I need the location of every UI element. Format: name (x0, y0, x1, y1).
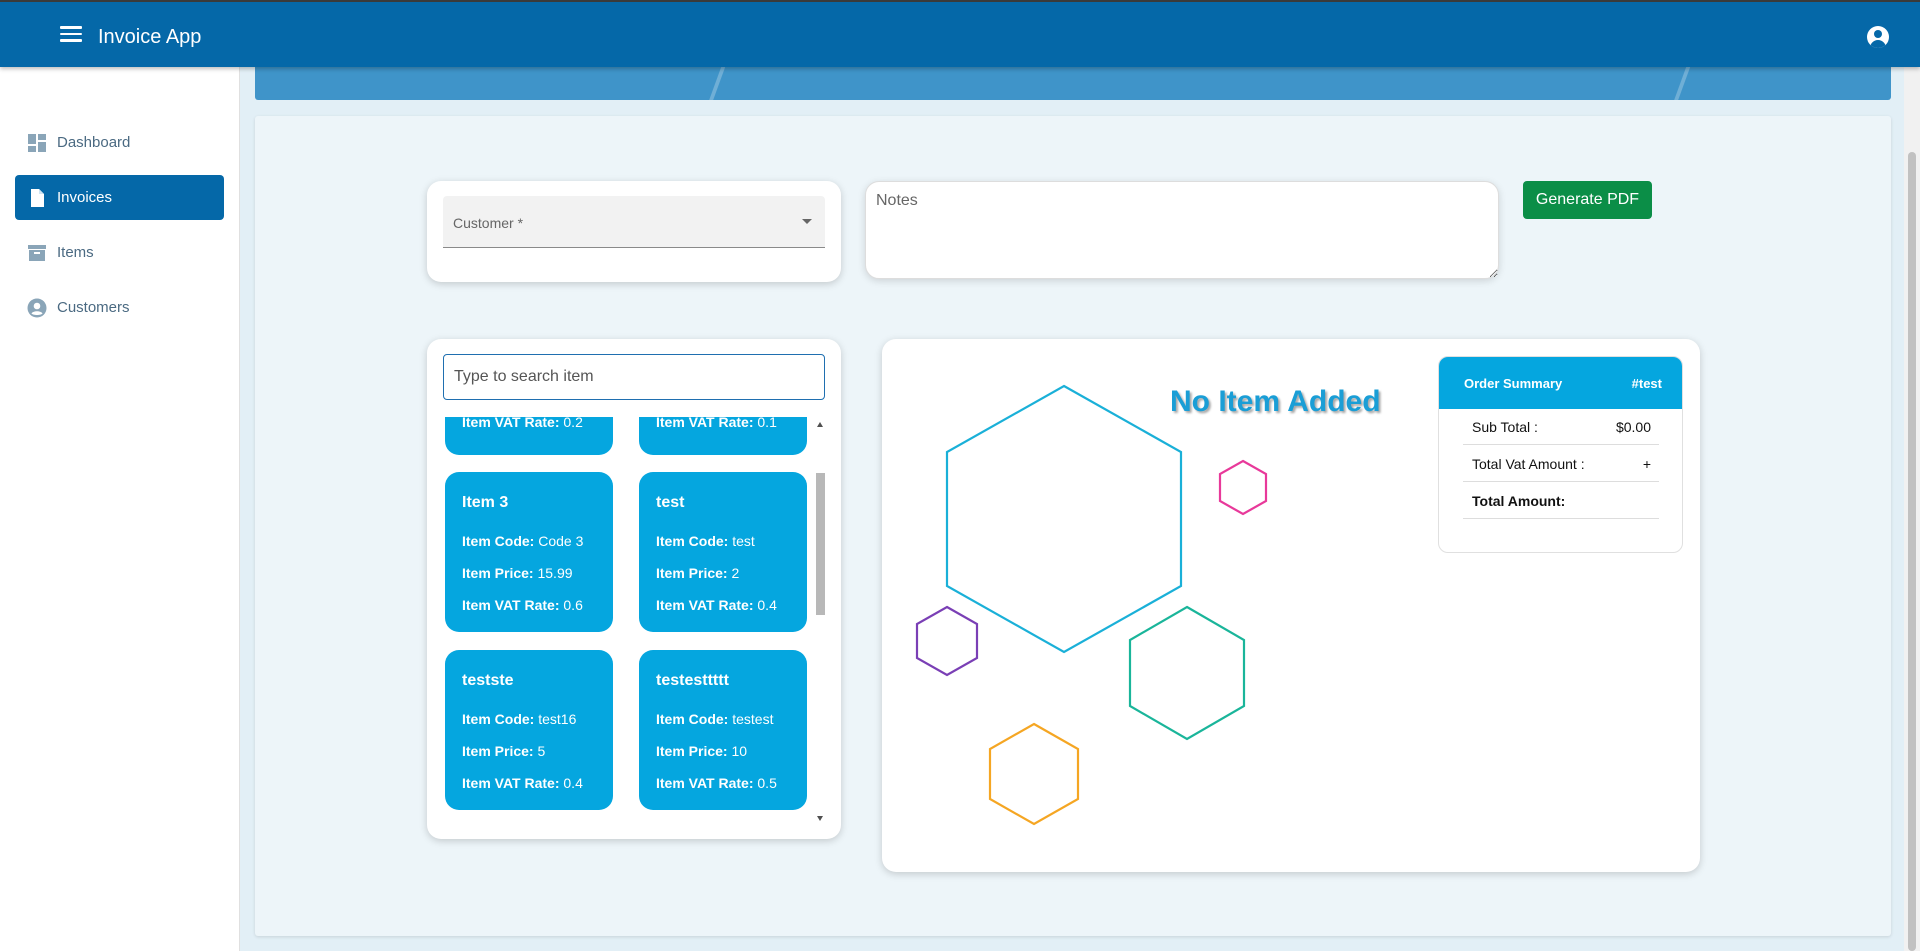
app-bar: Invoice App (0, 0, 1920, 67)
item-name: Item 3 (462, 494, 509, 511)
item-vat-value: 0.2 (563, 417, 583, 430)
item-vat-value: 0.5 (757, 775, 777, 791)
item-code-value: test16 (538, 711, 577, 727)
search-input[interactable] (443, 354, 825, 400)
total-amount-label: Total Amount: (1472, 493, 1566, 509)
vat-amount-label: Total Vat Amount : (1472, 456, 1585, 472)
order-summary: Order Summary #test Sub Total : $0.00 To… (1438, 356, 1683, 553)
items-scrollbar[interactable] (816, 418, 825, 824)
item-card[interactable]: Item 3 Item Code: Code 3 Item Price: 15.… (445, 472, 613, 632)
scroll-up-icon[interactable] (817, 422, 823, 427)
sidebar: Dashboard Invoices Items Customers (0, 67, 240, 951)
sidebar-item-invoices[interactable]: Invoices (15, 175, 224, 220)
sidebar-item-label: Customers (57, 299, 130, 316)
item-price-label: Item Price: (462, 565, 534, 581)
item-price-label: Item Price: (462, 743, 534, 759)
sidebar-item-customers[interactable]: Customers (15, 285, 224, 330)
page-scrollbar[interactable] (1904, 67, 1920, 951)
customer-card: Customer * (427, 181, 841, 282)
item-code-label: Item Code: (656, 711, 729, 727)
item-vat-label: Item VAT Rate: (656, 775, 754, 791)
empty-state-message: No Item Added (1170, 385, 1381, 418)
document-icon (31, 188, 44, 207)
page-scroll-thumb[interactable] (1908, 152, 1916, 951)
item-vat-label: Item VAT Rate: (656, 417, 754, 430)
sidebar-item-label: Dashboard (57, 134, 131, 151)
item-card[interactable]: test Item Code: test Item Price: 2 Item … (639, 472, 807, 632)
archive-icon (28, 244, 46, 261)
sub-total-row: Sub Total : $0.00 (1463, 408, 1659, 445)
sub-total-label: Sub Total : (1472, 419, 1538, 435)
chevron-down-icon (802, 219, 812, 224)
item-name: testesttttt (656, 672, 729, 689)
sidebar-item-items[interactable]: Items (15, 230, 224, 275)
customer-select[interactable]: Customer * (443, 196, 825, 248)
items-card: Item VAT Rate: 0.2 Item VAT Rate: 0.1 It… (427, 339, 841, 839)
item-price-label: Item Price: (656, 565, 728, 581)
total-amount-row: Total Amount: (1463, 482, 1659, 519)
order-summary-ref: #test (1631, 376, 1662, 391)
item-price-value: 10 (731, 743, 748, 759)
item-vat-label: Item VAT Rate: (462, 597, 560, 613)
item-code-value: Code 3 (538, 533, 584, 549)
items-list[interactable]: Item VAT Rate: 0.2 Item VAT Rate: 0.1 It… (443, 417, 825, 825)
sidebar-item-label: Items (57, 244, 94, 261)
sidebar-item-dashboard[interactable]: Dashboard (15, 120, 224, 165)
menu-icon[interactable] (60, 26, 82, 44)
dashboard-icon (28, 133, 46, 152)
order-summary-header: Order Summary #test (1439, 357, 1682, 409)
item-vat-value: 0.4 (757, 597, 777, 613)
item-vat-label: Item VAT Rate: (462, 417, 560, 430)
vat-amount-value: + (1642, 456, 1651, 472)
item-name: test (656, 494, 685, 511)
item-card[interactable]: Item VAT Rate: 0.2 (445, 417, 613, 455)
item-code-label: Item Code: (462, 711, 535, 727)
item-vat-value: 0.1 (757, 417, 777, 430)
sidebar-item-label: Invoices (57, 189, 113, 206)
item-price-value: 5 (537, 743, 546, 759)
item-price-label: Item Price: (656, 743, 728, 759)
scroll-down-icon[interactable] (817, 816, 823, 821)
item-card[interactable]: testste Item Code: test16 Item Price: 5 … (445, 650, 613, 810)
item-vat-label: Item VAT Rate: (656, 597, 754, 613)
item-price-value: 15.99 (537, 565, 573, 581)
item-code-label: Item Code: (656, 533, 729, 549)
page-header-banner (255, 67, 1891, 100)
app-title: Invoice App (98, 26, 202, 48)
item-code-value: testest (732, 711, 774, 727)
account-icon[interactable] (1867, 26, 1889, 48)
item-name: testste (462, 672, 514, 689)
vat-amount-row: Total Vat Amount : + (1463, 445, 1659, 482)
sub-total-value: $0.00 (1615, 419, 1651, 435)
item-vat-label: Item VAT Rate: (462, 775, 560, 791)
generate-pdf-button[interactable]: Generate PDF (1523, 181, 1652, 219)
item-vat-value: 0.6 (563, 597, 583, 613)
item-price-value: 2 (731, 565, 740, 581)
account-circle-icon (27, 298, 47, 317)
item-card[interactable]: Item VAT Rate: 0.1 (639, 417, 807, 455)
scroll-thumb[interactable] (816, 473, 825, 615)
notes-field[interactable] (865, 181, 1499, 279)
customer-select-label: Customer * (453, 215, 524, 231)
item-card[interactable]: testesttttt Item Code: testest Item Pric… (639, 650, 807, 810)
item-code-label: Item Code: (462, 533, 535, 549)
item-code-value: test (732, 533, 755, 549)
item-vat-value: 0.4 (563, 775, 583, 791)
order-summary-title: Order Summary (1464, 376, 1563, 391)
